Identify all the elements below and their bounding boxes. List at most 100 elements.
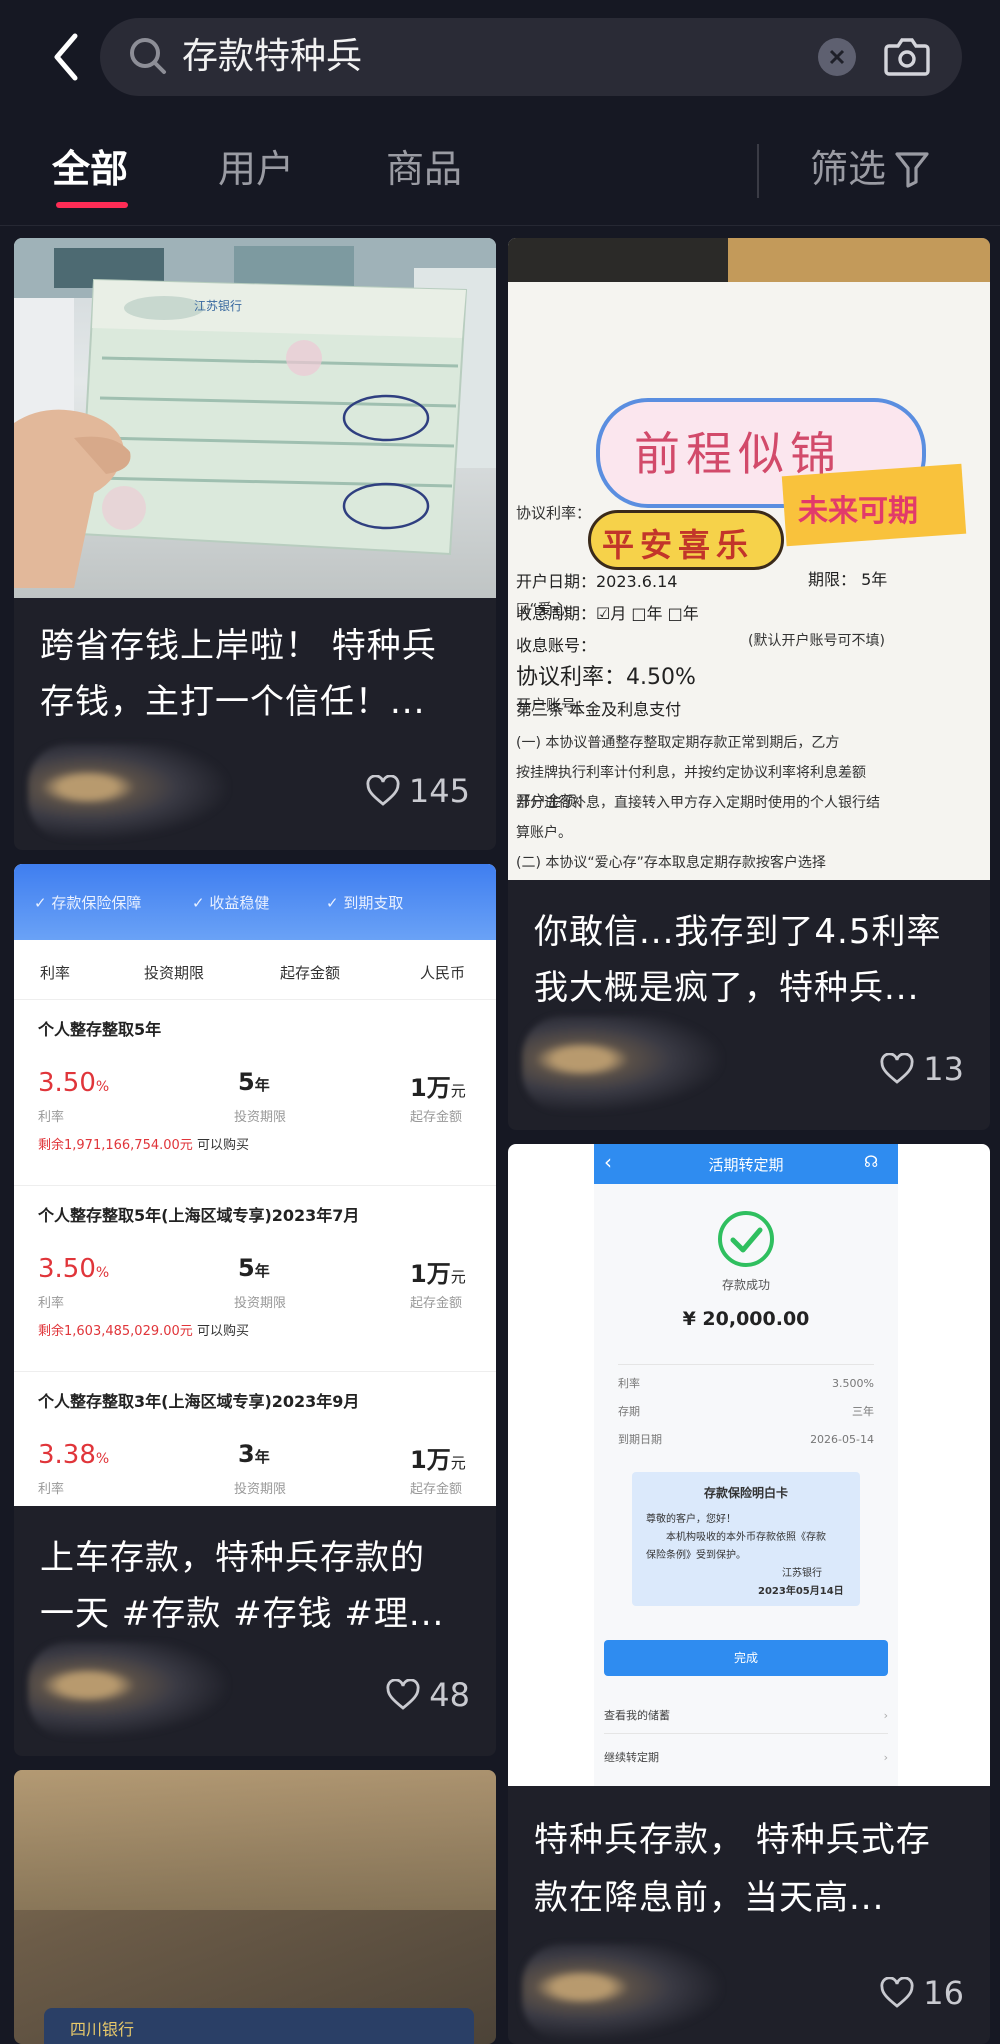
min-amount: 1万元: [410, 1068, 466, 1103]
like-count-value: 145: [408, 772, 470, 810]
term-number: 3: [238, 1440, 255, 1468]
heart-icon: [366, 775, 400, 806]
product-name: 个人整存整取3年(上海区域专享)2023年9月: [38, 1392, 360, 1411]
headset-icon: ☊: [864, 1152, 879, 1171]
post-thumbnail: 江苏银行: [14, 238, 496, 598]
rate-product-row[interactable]: 个人整存整取3年(上海区域专享)2023年9月 3.38% 3年 1万元 利率 …: [14, 1372, 496, 1506]
remaining-amount: 剩余1,971,166,754.00元: [38, 1138, 193, 1153]
result-card[interactable]: 前程似锦 平安喜乐 未来可期 协议利率： ☑“爱心 开户账号： 开户金额： 开户…: [508, 238, 990, 1130]
like-count[interactable]: 13: [879, 1050, 964, 1088]
detail-value: 3.500%: [832, 1377, 874, 1390]
top-bar: 存款特种兵: [0, 0, 1000, 118]
term-unit: 年: [254, 1262, 270, 1280]
like-count-value: 16: [923, 1974, 964, 2012]
search-input[interactable]: 存款特种兵: [182, 32, 362, 82]
insurance-body: 保险条例》受到保护。: [646, 1550, 746, 1561]
like-count[interactable]: 145: [365, 772, 470, 810]
min-amount: 1万元: [410, 1254, 466, 1289]
detail-value: 2026-05-14: [810, 1433, 874, 1446]
app-header-title: 活期转定期: [708, 1156, 784, 1174]
column-header[interactable]: 人民币: [420, 962, 465, 983]
link-label: 继续转定期: [604, 1751, 659, 1764]
column-header[interactable]: 起存金额: [280, 962, 340, 983]
link-label: 查看我的储蓄: [604, 1709, 670, 1722]
result-card[interactable]: ‹ 活期转定期 ☊ 存款成功 ¥ 20,000.00 利率 3.500% 存期 三年…: [508, 1144, 990, 2044]
author-avatar-blurred[interactable]: [522, 1016, 722, 1112]
doc-line: 收息账号：: [516, 636, 597, 655]
chevron-right-icon: ›: [883, 1751, 888, 1764]
product-name: 个人整存整取5年: [38, 1020, 162, 1039]
link-row[interactable]: 继续转定期 ›: [604, 1740, 888, 1776]
deposit-amount: ¥ 20,000.00: [682, 1308, 810, 1330]
column-header[interactable]: 利率: [40, 962, 70, 983]
remaining-quota: 剩余1,603,485,029.00元 可以购买: [38, 1320, 249, 1339]
tab-products[interactable]: 商品: [386, 144, 462, 194]
author-avatar-blurred[interactable]: [28, 1642, 228, 1738]
post-thumbnail: 前程似锦 平安喜乐 未来可期 协议利率： ☑“爱心 开户账号： 开户金额： 开户…: [508, 238, 990, 880]
doc-line: 协议利率：4.50%: [516, 665, 696, 690]
doc-line: 部分进行补息，直接转入甲方存入定期时使用的个人银行结: [516, 795, 880, 811]
tab-all[interactable]: 全部: [52, 144, 128, 194]
post-thumbnail: 四川银行: [14, 1770, 496, 2044]
chevron-right-icon: ›: [883, 1709, 888, 1722]
deposit-slip-photo: 江苏银行: [14, 238, 496, 588]
doc-line: 收息周期：☑月 □年 □年: [516, 604, 699, 623]
rate-value: 3.50%: [38, 1068, 109, 1098]
link-row[interactable]: 查看我的储蓄 ›: [604, 1698, 888, 1734]
like-count[interactable]: 16: [879, 1974, 964, 2012]
post-title-line-2: 存钱，主打一个信任！...: [40, 682, 426, 722]
author-avatar-blurred[interactable]: [522, 1944, 722, 2040]
result-card[interactable]: 四川银行: [14, 1770, 496, 2044]
detail-key: 到期日期: [618, 1433, 662, 1446]
post-title-line-1: 上车存款，特种兵存款的: [40, 1538, 425, 1578]
app-header: ‹ 活期转定期 ☊: [594, 1144, 898, 1184]
heart-icon: [880, 1977, 914, 2008]
done-button[interactable]: 完成: [604, 1640, 888, 1676]
doc-line: 按挂牌执行利率计付利息，并按约定协议利率将利息差额: [516, 765, 866, 781]
doc-line: 第三条 本金及利息支付: [516, 700, 682, 719]
result-tabs: 全部 用户 商品 筛选: [0, 118, 1000, 226]
bank-logo-text: 江苏银行: [194, 299, 242, 313]
doc-line: (一) 本协议普通整存整取定期存款正常到期后，乙方: [516, 735, 840, 751]
result-card[interactable]: 江苏银行 跨省存钱上岸啦！ 特种兵 存钱，主打一个信任！... 145: [14, 238, 496, 850]
rate-unit: %: [95, 1451, 110, 1467]
bank-card-name: 四川银行: [70, 2020, 135, 2039]
detail-key: 存期: [618, 1405, 640, 1418]
result-card[interactable]: ✓ 存款保险保障 ✓ 收益稳健 ✓ 到期支取 利率 投资期限 起存金额 人民币 …: [14, 864, 496, 1756]
filter-button[interactable]: 筛选: [810, 144, 930, 194]
column-header[interactable]: 投资期限: [144, 962, 204, 983]
rate-column-header: 利率 投资期限 起存金额 人民币: [14, 940, 496, 1000]
doc-line: (二) 本协议“爱心存”存本取息定期存款按客户选择: [516, 855, 826, 871]
back-button[interactable]: [36, 22, 96, 92]
camera-search-icon[interactable]: [884, 34, 930, 78]
remaining-amount: 剩余1,603,485,029.00元: [38, 1324, 193, 1339]
min-amount: 1万元: [410, 1440, 466, 1475]
post-thumbnail: ✓ 存款保险保障 ✓ 收益稳健 ✓ 到期支取 利率 投资期限 起存金额 人民币 …: [14, 864, 496, 1506]
heart-icon: [880, 1053, 914, 1084]
divider: [618, 1364, 874, 1365]
search-bar[interactable]: 存款特种兵: [100, 18, 962, 96]
tab-users[interactable]: 用户: [218, 144, 294, 194]
deposit-status: 存款成功: [721, 1278, 770, 1292]
product-name: 个人整存整取5年(上海区域专享)2023年7月: [38, 1206, 360, 1225]
clear-search-button[interactable]: [818, 38, 856, 76]
rate-label: 利率: [38, 1296, 65, 1311]
remaining-quota: 剩余1,971,166,754.00元 可以购买: [38, 1134, 249, 1153]
term-value: 3年: [238, 1440, 270, 1468]
rate-product-row[interactable]: 个人整存整取5年(上海区域专享)2023年7月 3.50% 5年 1万元 利率 …: [14, 1186, 496, 1372]
like-count[interactable]: 48: [385, 1676, 470, 1714]
term-number: 5: [238, 1254, 255, 1282]
term-value: 5年: [238, 1068, 270, 1096]
min-unit: 元: [450, 1082, 466, 1100]
header-tag: ✓ 存款保险保障: [34, 894, 142, 912]
rate-product-row[interactable]: 个人整存整取5年 3.50% 5年 1万元 利率 投资期限 起存金额 剩余1,9…: [14, 1000, 496, 1186]
min-unit: 元: [450, 1268, 466, 1286]
doc-line: 协议利率：: [516, 504, 592, 522]
rate-header-banner: ✓ 存款保险保障 ✓ 收益稳健 ✓ 到期支取: [14, 864, 496, 940]
filter-label: 筛选: [810, 147, 887, 191]
like-count-value: 13: [923, 1050, 964, 1088]
header-tag: ✓ 到期支取: [326, 894, 404, 912]
author-avatar-blurred[interactable]: [28, 744, 228, 840]
back-arrow-icon: [54, 33, 78, 81]
post-title-line-1: 跨省存钱上岸啦！ 特种兵: [40, 626, 437, 666]
